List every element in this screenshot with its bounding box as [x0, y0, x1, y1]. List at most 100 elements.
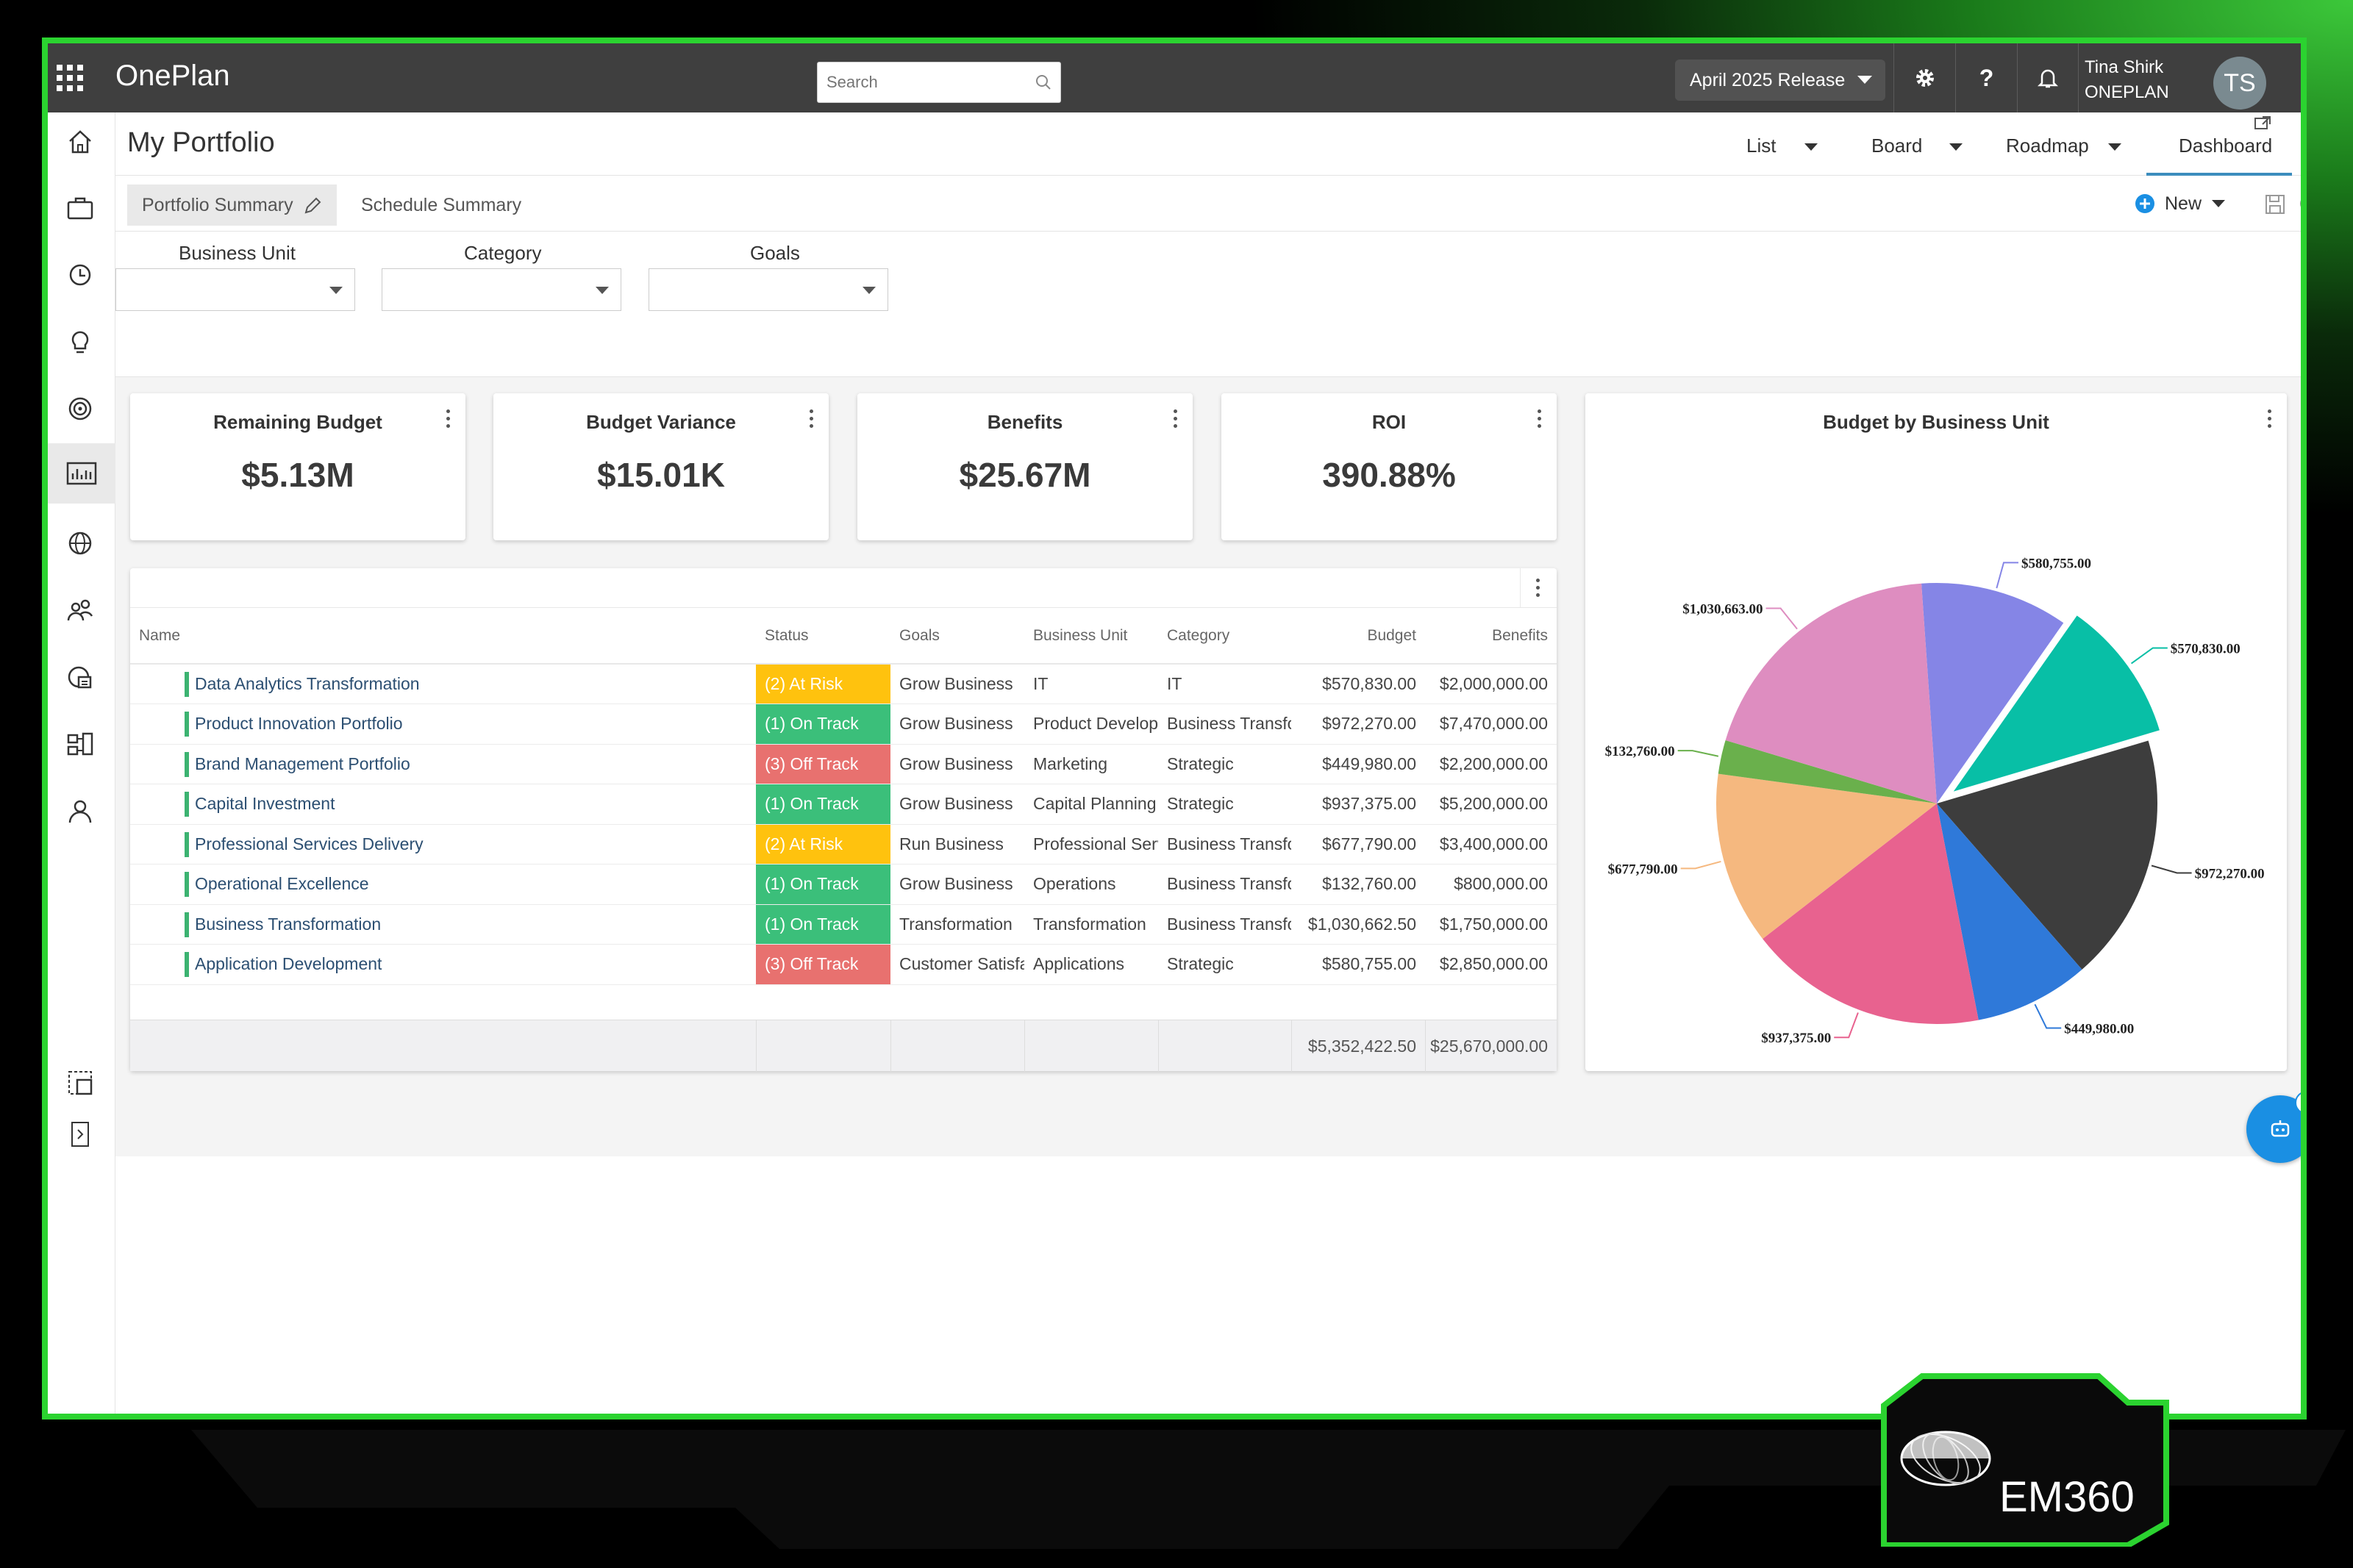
kpi-budget-variance[interactable]: Budget Variance $15.01K — [493, 393, 829, 540]
row-color-indicator — [185, 751, 189, 777]
project-name[interactable]: Capital Investment — [130, 784, 756, 825]
project-name[interactable]: Product Innovation Portfolio — [130, 704, 756, 745]
table-row[interactable]: Data Analytics Transformation (2) At Risk… — [130, 664, 1557, 704]
project-name-text[interactable]: Product Innovation Portfolio — [185, 714, 403, 733]
refresh-icon[interactable] — [2296, 192, 2307, 215]
notifications-button[interactable] — [2017, 43, 2079, 112]
column-header[interactable]: Status — [756, 608, 890, 665]
tab-schedule-summary[interactable]: Schedule Summary — [346, 185, 536, 226]
bell-icon — [2038, 69, 2058, 88]
app-launcher-icon[interactable] — [54, 62, 83, 91]
column-header[interactable]: Budget — [1291, 608, 1425, 665]
budget-cell: $1,030,662.50 — [1291, 904, 1425, 945]
layout-grid-icon[interactable] — [57, 1059, 104, 1106]
left-nav — [48, 112, 115, 1414]
goals-dropdown[interactable] — [649, 268, 888, 311]
table-row[interactable]: Product Innovation Portfolio (1) On Track… — [130, 704, 1557, 745]
kpi-roi[interactable]: ROI 390.88% — [1221, 393, 1557, 540]
pie-leader-line — [2151, 864, 2192, 874]
search-input[interactable] — [826, 70, 1025, 95]
table-row[interactable]: Capital Investment (1) On Track Grow Busin… — [130, 784, 1557, 825]
save-icon[interactable] — [2264, 193, 2286, 215]
person-icon[interactable] — [57, 787, 104, 834]
business-unit-dropdown[interactable] — [115, 268, 355, 311]
settings-button[interactable] — [1893, 43, 1955, 112]
table-row[interactable]: Application Development (3) Off Track Cust… — [130, 944, 1557, 985]
briefcase-icon[interactable] — [57, 185, 104, 232]
project-name-text[interactable]: Capital Investment — [185, 794, 335, 813]
project-name[interactable]: Business Transformation — [130, 904, 756, 945]
category-dropdown[interactable] — [382, 268, 621, 311]
release-dropdown[interactable]: April 2025 Release — [1675, 60, 1885, 101]
tab-portfolio-summary[interactable]: Portfolio Summary — [127, 185, 337, 226]
project-name[interactable]: Data Analytics Transformation — [130, 664, 756, 704]
project-name[interactable]: Application Development — [130, 944, 756, 985]
project-name[interactable]: Brand Management Portfolio — [130, 744, 756, 784]
category-cell: Business Transfo — [1158, 864, 1291, 905]
budget-cell: $132,760.00 — [1291, 864, 1425, 905]
column-header[interactable]: Benefits — [1425, 608, 1557, 665]
power-icon[interactable]: ⏻ — [2295, 1091, 2301, 1114]
dashboard-icon[interactable] — [48, 443, 115, 504]
chevron-down-icon[interactable] — [1804, 143, 1818, 151]
column-header[interactable]: Category — [1158, 608, 1291, 665]
view-dashboard[interactable]: Dashboard — [2179, 135, 2272, 157]
project-name[interactable]: Operational Excellence — [130, 864, 756, 905]
table-row[interactable]: Professional Services Delivery (2) At Ris… — [130, 824, 1557, 864]
chevron-down-icon[interactable] — [1949, 143, 1963, 151]
pie-leader-line — [1765, 607, 1798, 630]
table-row[interactable]: Brand Management Portfolio (3) Off Track G… — [130, 744, 1557, 784]
status-badge: (1) On Track — [756, 704, 890, 745]
more-icon[interactable] — [446, 409, 451, 430]
project-name-text[interactable]: Brand Management Portfolio — [185, 754, 410, 773]
business-unit-cell: Transformation — [1024, 904, 1158, 945]
project-name-text[interactable]: Business Transformation — [185, 914, 381, 934]
view-roadmap[interactable]: Roadmap — [2006, 135, 2089, 157]
help-button[interactable]: ? — [1955, 43, 2017, 112]
new-button[interactable]: New — [2134, 189, 2226, 218]
target-icon[interactable] — [57, 385, 104, 432]
lightbulb-icon[interactable] — [57, 318, 104, 365]
project-name-text[interactable]: Application Development — [185, 954, 382, 973]
pencil-icon[interactable] — [303, 196, 322, 215]
column-header[interactable]: Goals — [890, 608, 1024, 665]
assistant-button[interactable]: ⏻ — [2246, 1091, 2301, 1163]
project-name[interactable]: Professional Services Delivery — [130, 824, 756, 864]
goals-cell: Grow Business — [890, 664, 1024, 704]
home-icon[interactable] — [57, 118, 104, 165]
resource-calendar-icon[interactable] — [57, 654, 104, 701]
project-name-text[interactable]: Professional Services Delivery — [185, 834, 424, 853]
chevron-down-icon[interactable] — [2108, 143, 2121, 151]
team-icon[interactable] — [57, 587, 104, 634]
popout-icon[interactable] — [2254, 115, 2271, 132]
column-header[interactable]: Business Unit — [1024, 608, 1158, 665]
more-icon[interactable] — [1538, 409, 1542, 430]
budget-cell: $972,270.00 — [1291, 704, 1425, 745]
status-badge: (1) On Track — [756, 904, 890, 945]
project-name-text[interactable]: Data Analytics Transformation — [185, 674, 420, 693]
globe-icon[interactable] — [57, 520, 104, 567]
timesheet-icon[interactable] — [57, 251, 104, 298]
more-icon[interactable] — [810, 409, 814, 430]
view-board[interactable]: Board — [1871, 135, 1922, 157]
table-row[interactable]: Operational Excellence (1) On Track Grow B… — [130, 864, 1557, 905]
kpi-title: Benefits — [987, 411, 1063, 433]
pie-leader-line — [1834, 1012, 1859, 1039]
expand-nav-icon[interactable] — [57, 1111, 104, 1158]
grid-menu-button[interactable] — [1520, 568, 1557, 608]
user-info[interactable]: Tina Shirk ONEPLAN — [2085, 55, 2169, 105]
row-color-indicator — [185, 952, 189, 977]
more-icon[interactable] — [1174, 409, 1178, 430]
search-box[interactable] — [817, 62, 1061, 103]
column-header[interactable]: Name — [130, 608, 756, 665]
search-icon[interactable] — [1034, 73, 1053, 92]
kpi-benefits[interactable]: Benefits $25.67M — [857, 393, 1193, 540]
pie-leader-line — [1677, 750, 1719, 757]
org-chart-icon[interactable] — [57, 720, 104, 767]
kpi-remaining-budget[interactable]: Remaining Budget $5.13M — [130, 393, 465, 540]
project-name-text[interactable]: Operational Excellence — [185, 874, 369, 893]
avatar[interactable]: TS — [2213, 57, 2266, 110]
pie-data-label: $972,270.00 — [2195, 867, 2265, 882]
view-list[interactable]: List — [1746, 135, 1776, 157]
table-row[interactable]: Business Transformation (1) On Track Trans… — [130, 904, 1557, 945]
